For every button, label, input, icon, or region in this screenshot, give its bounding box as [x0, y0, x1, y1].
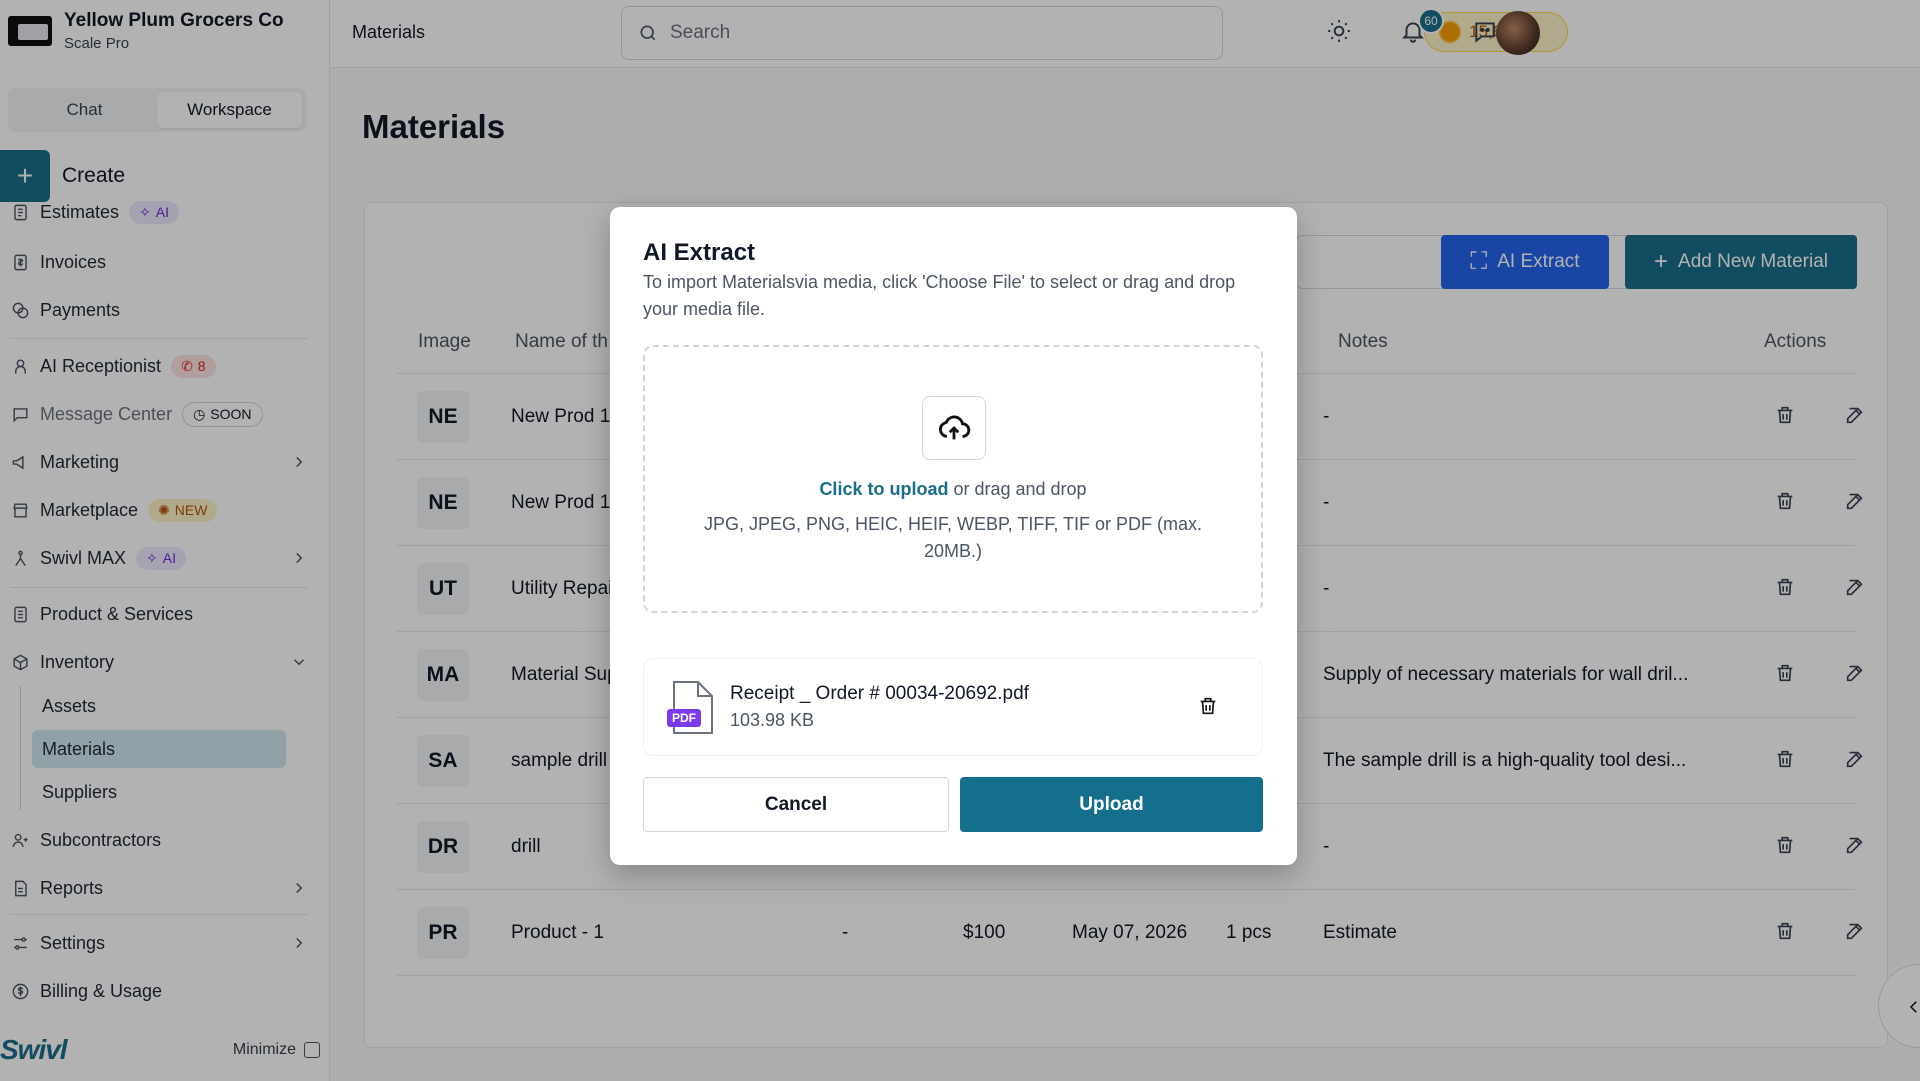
- cloud-upload-icon: [922, 396, 986, 460]
- cancel-button[interactable]: Cancel: [643, 777, 949, 832]
- modal-description: To import Materialsvia media, click 'Cho…: [643, 272, 1236, 319]
- svg-text:PDF: PDF: [672, 711, 696, 725]
- click-to-upload-link[interactable]: Click to upload: [819, 479, 948, 499]
- selected-file: PDF Receipt _ Order # 00034-20692.pdf 10…: [643, 658, 1263, 756]
- ai-extract-modal: AI Extract To import Materialsvia media,…: [610, 207, 1297, 865]
- file-size: 103.98 KB: [730, 710, 815, 730]
- upload-button[interactable]: Upload: [960, 777, 1263, 832]
- accepted-formats: JPG, JPEG, PNG, HEIC, HEIF, WEBP, TIFF, …: [703, 514, 1203, 561]
- file-dropzone[interactable]: Click to upload or drag and drop JPG, JP…: [643, 345, 1263, 613]
- file-name: Receipt _ Order # 00034-20692.pdf: [730, 683, 1029, 704]
- pdf-file-icon: PDF: [667, 681, 713, 734]
- modal-title: AI Extract: [643, 239, 756, 266]
- trash-icon[interactable]: [1197, 695, 1221, 719]
- drag-drop-text: or drag and drop: [948, 479, 1087, 499]
- dropzone-instructions: Click to upload or drag and drop: [645, 479, 1261, 500]
